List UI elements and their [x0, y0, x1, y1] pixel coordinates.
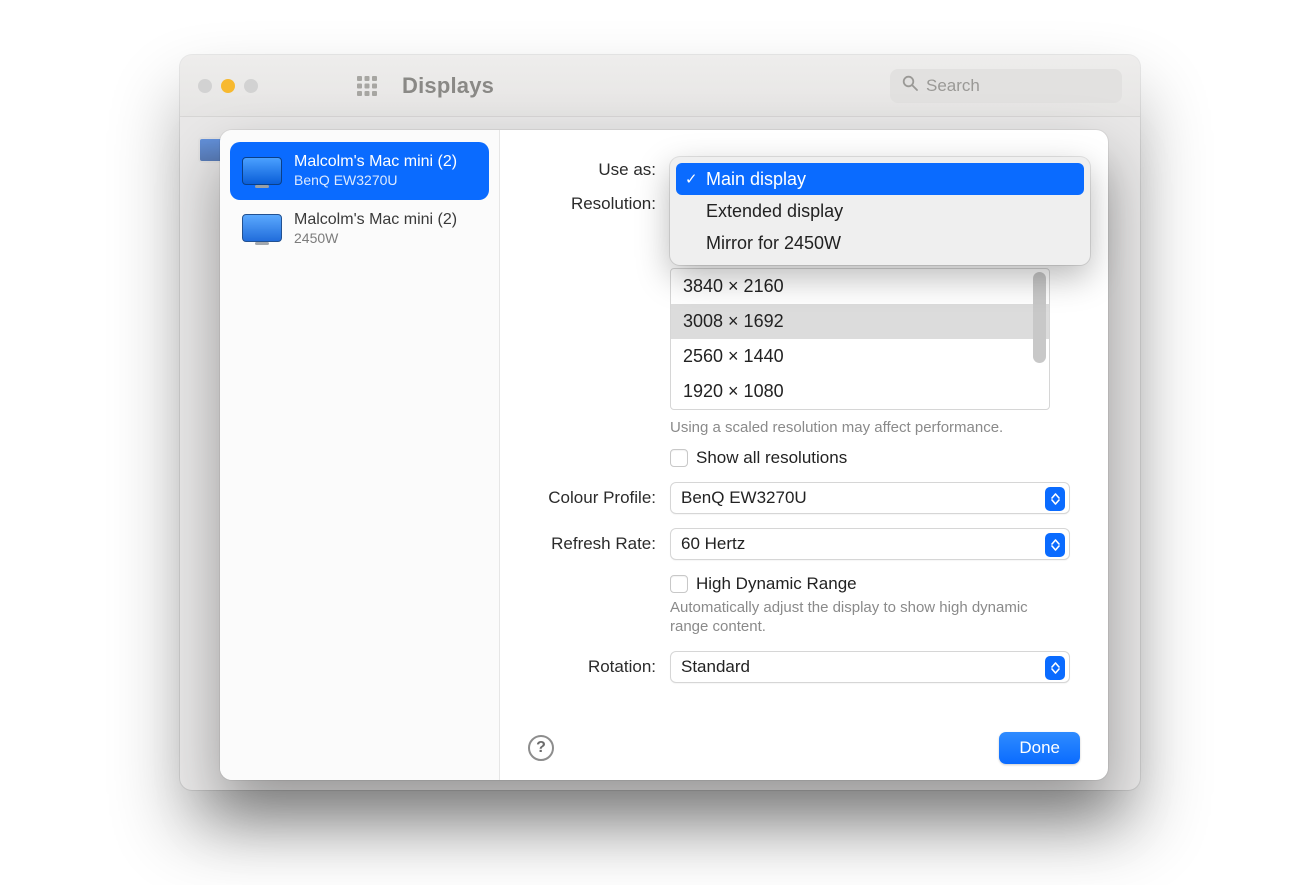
use-as-option[interactable]: Mirror for 2450W [676, 227, 1084, 259]
refresh-rate-label: Refresh Rate: [530, 528, 670, 554]
refresh-rate-value: 60 Hertz [681, 534, 745, 554]
chevron-updown-icon [1045, 487, 1065, 511]
colour-profile-label: Colour Profile: [530, 482, 670, 508]
resolution-label: Resolution: [530, 188, 670, 214]
window-controls [198, 79, 258, 93]
resolution-list[interactable]: 3840 × 2160 3008 × 1692 2560 × 1440 1920… [670, 268, 1050, 410]
use-as-menu[interactable]: Main display Extended display Mirror for… [670, 157, 1090, 265]
scrollbar[interactable] [1033, 272, 1046, 363]
sidebar-display-name: Malcolm's Mac mini (2) [294, 210, 457, 230]
sidebar-display-1[interactable]: Malcolm's Mac mini (2) 2450W [230, 200, 489, 258]
close-button[interactable] [198, 79, 212, 93]
chevron-updown-icon [1045, 656, 1065, 680]
hdr-checkbox[interactable] [670, 575, 688, 593]
sidebar-display-0[interactable]: Malcolm's Mac mini (2) BenQ EW3270U [230, 142, 489, 200]
monitor-icon [242, 214, 282, 242]
sidebar-display-name: Malcolm's Mac mini (2) [294, 152, 457, 172]
colour-profile-select[interactable]: BenQ EW3270U [670, 482, 1070, 514]
sidebar-display-sub: BenQ EW3270U [294, 172, 457, 190]
chevron-updown-icon [1045, 533, 1065, 557]
titlebar: Displays Search [180, 55, 1140, 117]
zoom-button[interactable] [244, 79, 258, 93]
rotation-value: Standard [681, 657, 750, 677]
show-all-resolutions-checkbox[interactable] [670, 449, 688, 467]
refresh-rate-select[interactable]: 60 Hertz [670, 528, 1070, 560]
use-as-label: Use as: [530, 154, 670, 180]
resolution-hint: Using a scaled resolution may affect per… [670, 418, 1030, 438]
rotation-select[interactable]: Standard [670, 651, 1070, 683]
help-button[interactable]: ? [528, 735, 554, 761]
done-button[interactable]: Done [999, 732, 1080, 764]
monitor-icon [242, 157, 282, 185]
show-all-resolutions-label: Show all resolutions [696, 448, 847, 468]
search-icon [902, 75, 918, 96]
minimize-button[interactable] [221, 79, 235, 93]
resolution-option[interactable]: 3840 × 2160 [671, 269, 1049, 304]
window-title: Displays [402, 73, 494, 99]
display-sidebar: Malcolm's Mac mini (2) BenQ EW3270U Malc… [220, 130, 500, 780]
hdr-description: Automatically adjust the display to show… [670, 598, 1030, 637]
hdr-label: High Dynamic Range [696, 574, 857, 594]
resolution-option[interactable]: 1920 × 1080 [671, 374, 1049, 409]
search-field[interactable]: Search [890, 69, 1122, 103]
sidebar-display-sub: 2450W [294, 230, 457, 248]
colour-profile-value: BenQ EW3270U [681, 488, 807, 508]
show-all-icon[interactable] [356, 75, 378, 97]
resolution-option[interactable]: 3008 × 1692 [671, 304, 1049, 339]
search-placeholder: Search [926, 76, 980, 96]
resolution-option[interactable]: 2560 × 1440 [671, 339, 1049, 374]
use-as-option[interactable]: Main display [676, 163, 1084, 195]
rotation-label: Rotation: [530, 651, 670, 677]
use-as-option[interactable]: Extended display [676, 195, 1084, 227]
